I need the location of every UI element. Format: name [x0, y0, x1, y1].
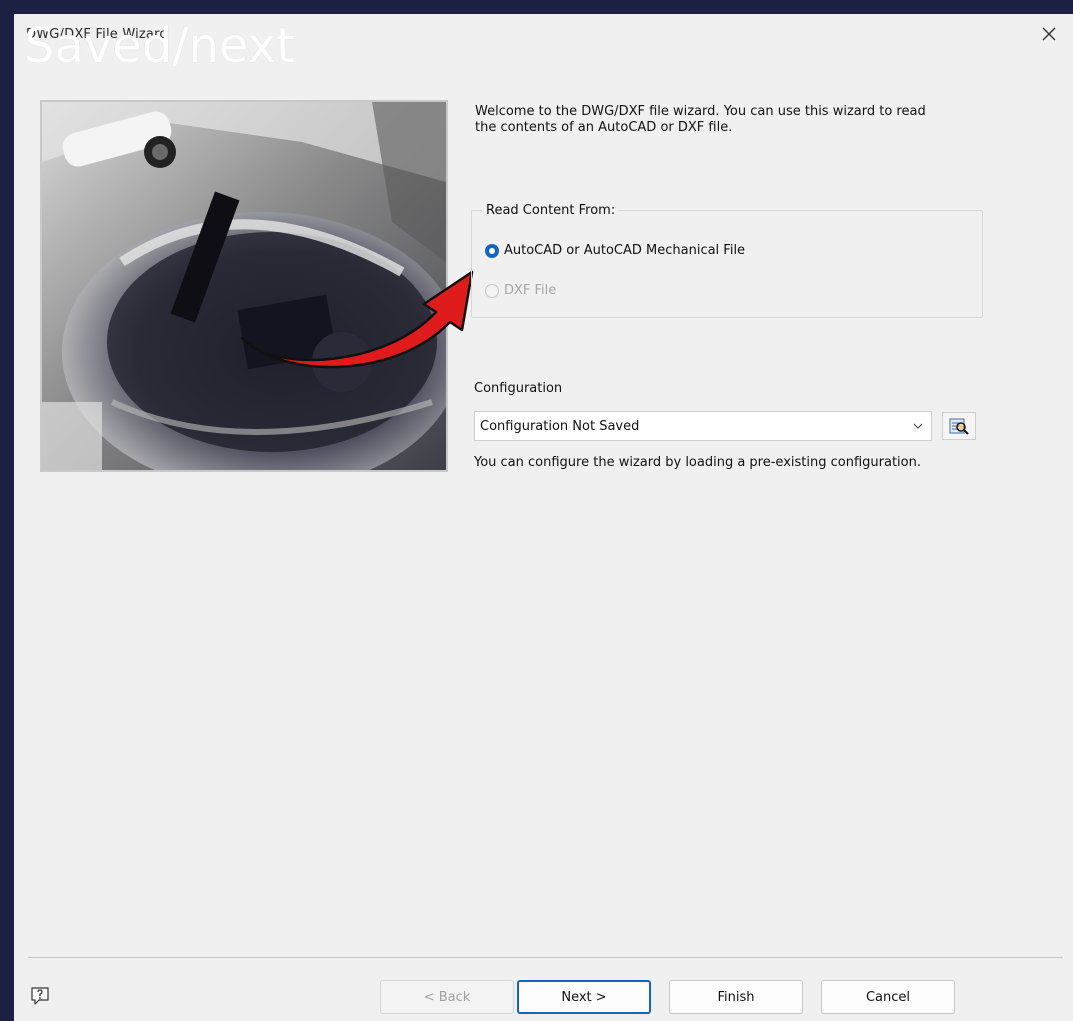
title-bar[interactable]: DWG/DXF File Wizard Saved/next — [14, 14, 1073, 70]
close-icon — [1042, 27, 1056, 41]
wizard-dialog: DWG/DXF File Wizard Saved/next Welcome t… — [14, 14, 1073, 1021]
radio-button-disabled — [485, 283, 499, 298]
read-content-title: Read Content From: — [482, 203, 620, 218]
configuration-label: Configuration — [474, 381, 563, 396]
cancel-button[interactable]: Cancel — [821, 980, 955, 1014]
radio-dxf-label: DXF File — [504, 283, 557, 298]
welcome-line-1: Welcome to the DWG/DXF file wizard. You … — [475, 104, 926, 119]
annotation-arrow — [240, 270, 474, 369]
browse-config-button[interactable] — [942, 412, 976, 440]
back-button: < Back — [380, 980, 514, 1014]
help-button[interactable] — [28, 984, 52, 1008]
overlay-caption: Saved/next — [24, 18, 295, 74]
close-button[interactable] — [1035, 20, 1063, 48]
configuration-dropdown[interactable]: Configuration Not Saved — [474, 411, 932, 441]
back-button-label: < Back — [423, 989, 471, 1005]
radio-dxf: DXF File — [485, 283, 556, 298]
finish-button[interactable]: Finish — [669, 980, 803, 1014]
next-button-label: Next > — [561, 989, 607, 1005]
configuration-selected: Configuration Not Saved — [480, 418, 640, 434]
radio-autocad-label: AutoCAD or AutoCAD Mechanical File — [504, 243, 746, 258]
help-icon — [31, 987, 49, 1005]
finish-button-label: Finish — [717, 989, 755, 1005]
next-button[interactable]: Next > — [517, 980, 651, 1014]
welcome-line-2: the contents of an AutoCAD or DXF file. — [475, 120, 733, 135]
chevron-down-icon — [913, 423, 923, 429]
configuration-hint: You can configure the wizard by loading … — [474, 455, 921, 470]
window-frame-left — [0, 0, 14, 1021]
window-frame-top — [0, 0, 1073, 14]
read-content-group — [471, 210, 983, 318]
browse-config-icon — [949, 418, 969, 435]
footer-divider — [28, 957, 1063, 958]
welcome-text: Welcome to the DWG/DXF file wizard. You … — [475, 104, 1015, 136]
radio-autocad[interactable]: AutoCAD or AutoCAD Mechanical File — [485, 243, 745, 258]
cancel-button-label: Cancel — [865, 989, 911, 1005]
radio-button-checked[interactable] — [485, 243, 499, 258]
